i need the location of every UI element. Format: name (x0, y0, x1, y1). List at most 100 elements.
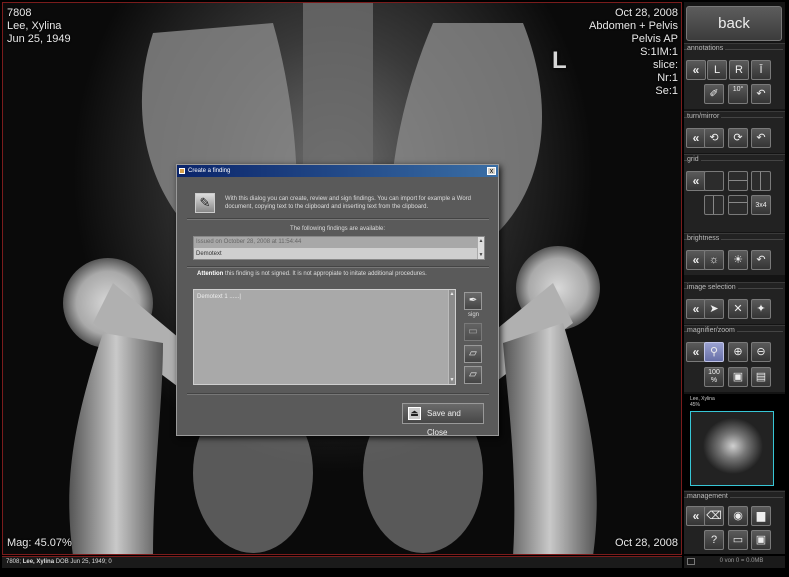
section-title: turn/mirror (687, 113, 722, 120)
section-title: brightness (687, 235, 722, 242)
status-bar: 7808; Lee, Xylina DOB Jun 25, 1949; 0 (2, 556, 682, 568)
collapse-icon[interactable]: « (686, 60, 706, 80)
thumbnail-area: Lee, Xylina 45% (684, 394, 785, 490)
grid-3x3-button[interactable] (728, 195, 748, 215)
eraser-icon[interactable]: ⌫ (704, 506, 724, 526)
save-icon[interactable]: ▆ (751, 506, 771, 526)
dialog-intro-text: With this dialog you can create, review … (225, 196, 472, 210)
fit-window-icon[interactable]: ▤ (751, 367, 771, 387)
management-section: management « ⌫ ◉ ▆ ? ▭ ▣ (684, 491, 785, 554)
back-button[interactable]: back (686, 6, 782, 41)
findings-list[interactable]: Issued on October 28, 2008 at 11:54:44 D… (193, 236, 485, 260)
undo-icon[interactable]: ↶ (751, 250, 771, 270)
sign-label: sign (467, 312, 479, 318)
thumbnail-label: Lee, Xylina 45% (690, 396, 715, 408)
grid-2x1-button[interactable] (728, 171, 748, 191)
print-icon[interactable]: ▭ (464, 323, 482, 341)
thumbnail-image[interactable] (690, 411, 774, 486)
finding-text-editor[interactable]: Demotext 1 ......| ▲ ▼ (193, 289, 456, 385)
fit-screen-icon[interactable]: ▣ (728, 367, 748, 387)
scroll-up-icon[interactable]: ▲ (449, 291, 455, 297)
section-title: magnifier/zoom (687, 327, 737, 334)
magnifier-icon[interactable]: ⚲ (704, 342, 724, 362)
import-folder-icon[interactable]: ▱ (464, 366, 482, 384)
grid-1x1-button[interactable] (704, 171, 724, 191)
rotate-right-icon[interactable]: ⟳ (728, 128, 748, 148)
export-icon[interactable]: ▣ (751, 530, 771, 550)
collapse-icon[interactable]: « (686, 171, 706, 191)
collapse-icon[interactable]: « (686, 250, 706, 270)
sign-pen-icon[interactable]: ✒ (464, 292, 482, 310)
patient-name: Lee, Xylina (7, 20, 62, 32)
image-selection-section: image selection « ➤ ✕ ✦ (684, 282, 785, 324)
rotate-left-icon[interactable]: ⟲ (704, 128, 724, 148)
study-info-overlay: Oct 28, 2008 Abdomen + Pelvis Pelvis AP … (589, 7, 678, 98)
brightness-down-icon[interactable]: ☼ (704, 250, 724, 270)
grid-3x4-button[interactable]: 3x4 (751, 195, 771, 215)
turn-mirror-section: turn/mirror « ⟲ ⟳ ↶ (684, 111, 785, 153)
finding-text: Demotext 1 ......| (197, 294, 241, 300)
status-patient-dob: DOB Jun 25, 1949; 0 (55, 559, 112, 565)
scroll-down-icon[interactable]: ▼ (449, 377, 455, 383)
editor-scrollbar[interactable]: ▲ ▼ (448, 290, 455, 384)
right-marker-button[interactable]: R (729, 60, 749, 80)
slice-label: slice: (652, 59, 678, 71)
scroll-down-icon[interactable]: ▼ (478, 252, 484, 258)
thumbnail-zoom: 45% (690, 402, 701, 408)
section-title: annotations (687, 45, 726, 52)
zoom-100-value: 100 (708, 369, 720, 376)
attention-notice: Attention this finding is not signed. It… (197, 271, 427, 277)
divider (187, 218, 489, 220)
help-icon[interactable]: ? (704, 530, 724, 550)
list-scrollbar[interactable]: ▲ ▼ (477, 237, 484, 259)
pin-icon[interactable]: ✦ (751, 299, 771, 319)
exit-door-icon: ⏏ (408, 407, 421, 420)
select-arrow-icon[interactable]: ➤ (704, 299, 724, 319)
divider (187, 266, 489, 268)
grid-1x2-button[interactable] (751, 171, 771, 191)
study-description: Abdomen + Pelvis (589, 20, 678, 32)
crosshair-icon[interactable]: ✕ (728, 299, 748, 319)
magnification-readout: Mag: 45.07% (7, 537, 72, 549)
collapse-icon[interactable]: « (686, 128, 706, 148)
dialog-titlebar[interactable]: Create a finding x (177, 165, 498, 177)
cd-icon[interactable]: ◉ (728, 506, 748, 526)
series-label: Se:1 (655, 85, 678, 97)
zoom-100-unit: % (710, 377, 718, 384)
list-item[interactable]: Demotext (194, 249, 478, 260)
storage-text: 0 von 0 = 0.0MB (719, 558, 764, 564)
zoom-out-icon[interactable]: ⊖ (751, 342, 771, 362)
collapse-icon[interactable]: « (686, 506, 706, 526)
monitor-icon[interactable]: ▭ (728, 530, 748, 550)
collapse-icon[interactable]: « (686, 299, 706, 319)
zoom-in-icon[interactable]: ⊕ (728, 342, 748, 362)
scroll-up-icon[interactable]: ▲ (478, 238, 484, 244)
undo-icon[interactable]: ↶ (751, 128, 771, 148)
brightness-section: brightness « ☼ ☀ ↶ (684, 233, 785, 275)
study-date: Oct 28, 2008 (615, 7, 678, 19)
divider (187, 393, 489, 395)
status-patient-name: Lee, Xylina (22, 559, 55, 565)
orientation-marker: L (552, 47, 567, 74)
angle-measure-button[interactable]: 10° (728, 84, 748, 104)
close-icon[interactable]: x (487, 167, 496, 175)
brightness-up-icon[interactable]: ☀ (728, 250, 748, 270)
draw-pen-icon[interactable]: ✐ (704, 84, 724, 104)
patient-dob: Jun 25, 1949 (7, 33, 71, 45)
attention-label: Attention (197, 271, 224, 277)
series-description: Pelvis AP (631, 33, 678, 45)
text-annotation-button[interactable]: Ī (751, 60, 771, 80)
list-item[interactable]: Issued on October 28, 2008 at 11:54:44 (194, 237, 478, 248)
left-marker-button[interactable]: L (707, 60, 727, 80)
dialog-app-icon (179, 168, 185, 174)
open-folder-icon[interactable]: ▱ (464, 345, 482, 363)
save-and-close-button[interactable]: ⏏ Save and Close (402, 403, 484, 437)
zoom-100-button[interactable]: 100 % (704, 367, 724, 387)
number-label: Nr:1 (657, 72, 678, 84)
footer-date: Oct 28, 2008 (615, 537, 678, 549)
section-title: management (687, 493, 730, 500)
collapse-icon[interactable]: « (686, 342, 706, 362)
undo-icon[interactable]: ↶ (751, 84, 771, 104)
section-title: image selection (687, 284, 738, 291)
grid-2x2-button[interactable] (704, 195, 724, 215)
